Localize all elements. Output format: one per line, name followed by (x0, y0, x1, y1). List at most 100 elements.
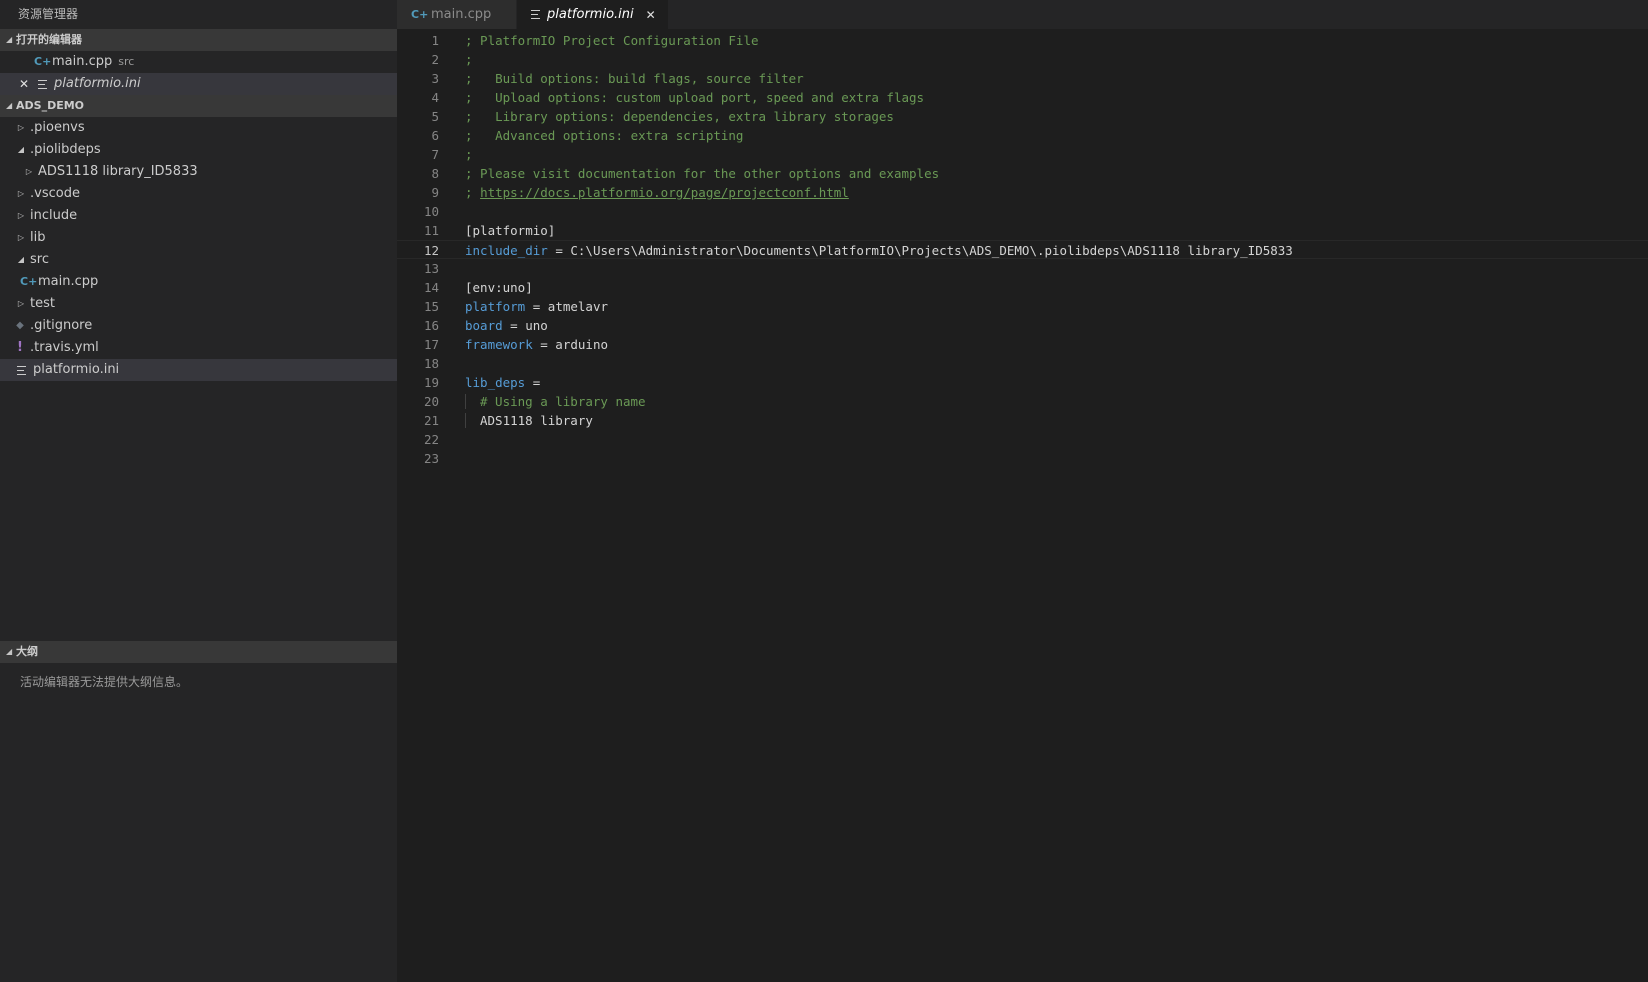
tree-item-label: .piolibdeps (30, 142, 101, 157)
comment-token: ; (465, 52, 473, 67)
line-text: board = uno (439, 316, 548, 335)
line-number: 5 (431, 109, 439, 124)
line-text: ; PlatformIO Project Configuration File (439, 31, 759, 50)
tree-item-label: .pioenvs (30, 120, 85, 135)
line-text: ; (439, 145, 473, 164)
open-editor-desc: src (118, 55, 135, 68)
tab-bar: C+ main.cpp platformio.ini ✕ (397, 0, 1648, 29)
tree-item-piolibdeps[interactable]: ◢ .piolibdeps (0, 139, 397, 161)
chevron-right-icon: ▷ (17, 123, 25, 132)
open-editors-header[interactable]: ◢ 打开的编辑器 (0, 29, 397, 51)
code-line[interactable]: 4 ; Upload options: custom upload port, s… (397, 88, 1648, 107)
tree-item-lib[interactable]: ▷ lib (0, 227, 397, 249)
line-number: 15 (423, 299, 439, 314)
tree-item-test[interactable]: ▷ test (0, 293, 397, 315)
code-line[interactable]: 14 [env:uno] (397, 278, 1648, 297)
code-line[interactable]: 21 ADS1118 library (397, 411, 1648, 430)
code-line[interactable]: 5 ; Library options: dependencies, extra … (397, 107, 1648, 126)
line-text (439, 202, 465, 221)
tree-item-travis-yml[interactable]: ! .travis.yml (0, 337, 397, 359)
code-token: = C:\Users\Administrator\Documents\Platf… (547, 243, 1293, 258)
tree-item-platformio-ini[interactable]: platformio.ini (0, 359, 397, 381)
code-line[interactable]: 2; (397, 50, 1648, 69)
code-line[interactable]: 10 (397, 202, 1648, 221)
code-line[interactable]: 17 framework = arduino (397, 335, 1648, 354)
comment-token: # Using a library name (480, 394, 646, 409)
line-text: framework = arduino (439, 335, 608, 354)
line-text: platform = atmelavr (439, 297, 608, 316)
line-text (439, 354, 465, 373)
line-number: 2 (431, 52, 439, 67)
tree-item-label: .travis.yml (30, 340, 99, 355)
code-line[interactable]: 20 # Using a library name (397, 392, 1648, 411)
code-line[interactable]: 9; https://docs.platformio.org/page/proj… (397, 183, 1648, 202)
ini-file-icon (531, 10, 542, 19)
tree-item-include[interactable]: ▷ include (0, 205, 397, 227)
comment-token: ; Advanced options: extra scripting (465, 128, 744, 143)
yaml-file-icon: ! (17, 340, 23, 355)
tree-item-label: lib (30, 230, 46, 245)
tree-item-label: .gitignore (30, 318, 93, 333)
tree-item-src[interactable]: ◢ src (0, 249, 397, 271)
close-icon[interactable]: ✕ (646, 8, 656, 22)
code-line[interactable]: 15 platform = atmelavr (397, 297, 1648, 316)
tab-platformio-ini[interactable]: platformio.ini ✕ (517, 0, 669, 29)
code-line[interactable]: 19 lib_deps = (397, 373, 1648, 392)
line-number: 7 (431, 147, 439, 162)
ini-key: platform (465, 299, 526, 314)
code-line[interactable]: 6 ; Advanced options: extra scripting (397, 126, 1648, 145)
code-line[interactable]: 3 ; Build options: build flags, source fi… (397, 69, 1648, 88)
ini-file-icon (38, 79, 49, 89)
ini-key: framework (465, 337, 533, 352)
chevron-down-icon: ◢ (6, 101, 13, 110)
line-number: 12 (423, 243, 439, 258)
comment-token: ; Library options: dependencies, extra l… (465, 109, 894, 124)
line-number: 6 (431, 128, 439, 143)
code-line[interactable]: 8 ; Please visit documentation for the ot… (397, 164, 1648, 183)
line-number: 11 (423, 223, 439, 238)
line-text: lib_deps = (439, 373, 540, 392)
tab-main-cpp[interactable]: C+ main.cpp (397, 0, 517, 29)
line-text: include_dir = C:\Users\Administrator\Doc… (439, 241, 1293, 258)
outline-header[interactable]: ◢ 大纲 (0, 641, 397, 663)
code-line[interactable]: 7; (397, 145, 1648, 164)
code-line[interactable]: 16 board = uno (397, 316, 1648, 335)
tree-item-main-cpp[interactable]: C+ main.cpp (0, 271, 397, 293)
code-line[interactable]: 12 include_dir = C:\Users\Administrator\D… (397, 240, 1648, 259)
chevron-down-icon: ◢ (6, 647, 13, 656)
line-number: 23 (423, 451, 439, 466)
code-line[interactable]: 13 (397, 259, 1648, 278)
chevron-right-icon: ▷ (25, 167, 33, 176)
line-text: ; Advanced options: extra scripting (439, 126, 743, 145)
code-line[interactable]: 23 (397, 449, 1648, 468)
doc-link[interactable]: https://docs.platformio.org/page/project… (480, 185, 849, 200)
line-number: 9 (431, 185, 439, 200)
code-line[interactable]: 18 (397, 354, 1648, 373)
tree-item-vscode[interactable]: ▷ .vscode (0, 183, 397, 205)
tree-item-gitignore[interactable]: ◆ .gitignore (0, 315, 397, 337)
line-number: 10 (423, 204, 439, 219)
line-text: [platformio] (439, 221, 555, 240)
code-token: ADS1118 library (480, 413, 593, 428)
open-editor-main-cpp[interactable]: C+ main.cpp src (0, 51, 397, 73)
ini-key: lib_deps (465, 375, 526, 390)
code-token: = arduino (532, 337, 608, 352)
project-header[interactable]: ◢ ADS_DEMO (0, 95, 397, 117)
tree-item-label: platformio.ini (33, 362, 120, 377)
code-token: = uno (502, 318, 548, 333)
comment-token: ; PlatformIO Project Configuration File (465, 33, 759, 48)
open-editor-platformio-ini[interactable]: ✕ platformio.ini (0, 73, 397, 95)
code-line[interactable]: 22 (397, 430, 1648, 449)
tree-item-label: .vscode (30, 186, 80, 201)
tree-item-ads1118-library[interactable]: ▷ ADS1118 library_ID5833 (0, 161, 397, 183)
tree-item-pioenvs[interactable]: ▷ .pioenvs (0, 117, 397, 139)
comment-token: ; (465, 147, 473, 162)
code-line[interactable]: 11 [platformio] (397, 221, 1648, 240)
code-editor[interactable]: 1 ; PlatformIO Project Configuration File… (397, 31, 1648, 468)
chevron-right-icon: ▷ (17, 211, 25, 220)
cpp-file-icon: C+ (411, 8, 429, 21)
code-token: [env:uno] (465, 280, 533, 295)
close-icon[interactable]: ✕ (16, 73, 32, 95)
chevron-down-icon: ◢ (17, 145, 25, 154)
code-line[interactable]: 1 ; PlatformIO Project Configuration File (397, 31, 1648, 50)
